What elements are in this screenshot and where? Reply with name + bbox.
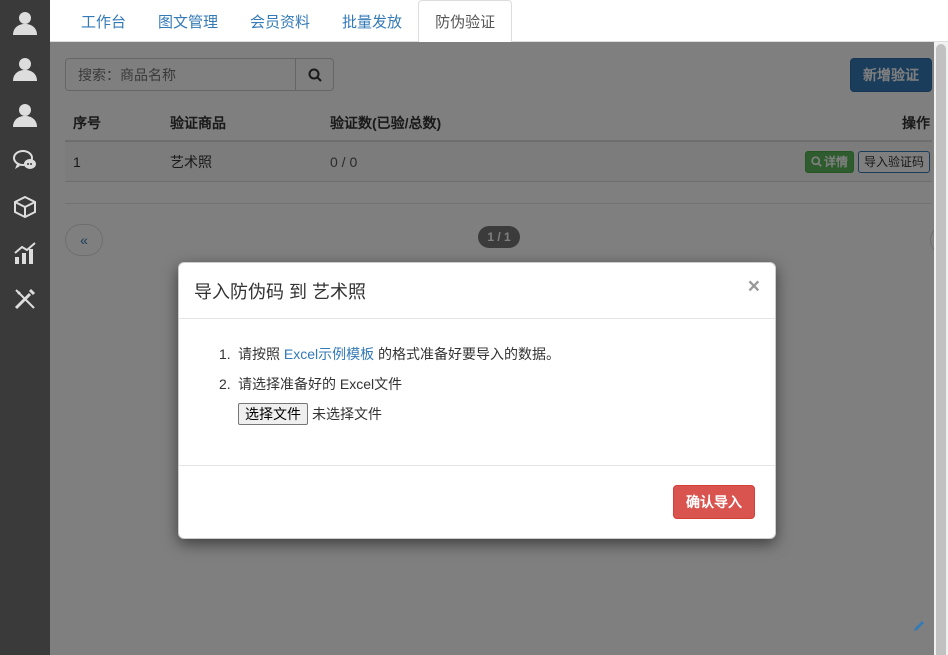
user-icon bbox=[13, 12, 37, 35]
step1-suffix: 的格式准备好要导入的数据。 bbox=[374, 346, 561, 362]
tab-member-info[interactable]: 会员资料 bbox=[234, 0, 326, 42]
dialog-title: 导入防伪码 到 艺术照 bbox=[194, 281, 367, 302]
dialog-header: 导入防伪码 到 艺术照 × bbox=[179, 263, 775, 319]
import-dialog: 导入防伪码 到 艺术照 × 1. 请按照 Excel示例模板 的格式准备好要导入… bbox=[178, 262, 776, 539]
confirm-import-button[interactable]: 确认导入 bbox=[673, 485, 755, 519]
user-icon bbox=[13, 58, 37, 81]
scrollbar[interactable] bbox=[934, 42, 948, 655]
step-number: 2. bbox=[219, 376, 231, 392]
step1-prefix: 请按照 bbox=[238, 346, 284, 362]
user-icon bbox=[13, 104, 37, 127]
sidebar-item-user-2[interactable] bbox=[0, 46, 50, 92]
excel-template-link[interactable]: Excel示例模板 bbox=[284, 346, 374, 362]
choose-file-button[interactable]: 选择文件 bbox=[238, 403, 308, 425]
tab-workbench[interactable]: 工作台 bbox=[65, 0, 142, 42]
instruction-step-1: 1. 请按照 Excel示例模板 的格式准备好要导入的数据。 bbox=[219, 339, 760, 369]
sidebar-item-chat[interactable] bbox=[0, 138, 50, 184]
tab-anti-counterfeit[interactable]: 防伪验证 bbox=[418, 0, 513, 43]
sidebar-item-tools[interactable] bbox=[0, 276, 50, 322]
sidebar bbox=[0, 0, 50, 655]
instruction-list: 1. 请按照 Excel示例模板 的格式准备好要导入的数据。 2. 请选择准备好… bbox=[219, 339, 760, 399]
file-status: 未选择文件 bbox=[312, 406, 382, 422]
sidebar-item-box[interactable] bbox=[0, 184, 50, 230]
step2-text: 请选择准备好的 Excel文件 bbox=[238, 376, 403, 392]
dialog-footer: 确认导入 bbox=[179, 466, 775, 538]
tools-icon bbox=[14, 288, 36, 310]
tab-content-management[interactable]: 图文管理 bbox=[142, 0, 234, 42]
file-picker: 选择文件 未选择文件 bbox=[238, 403, 760, 425]
close-icon[interactable]: × bbox=[748, 276, 760, 297]
pencil-icon[interactable] bbox=[912, 619, 926, 633]
step-number: 1. bbox=[219, 346, 231, 362]
sidebar-item-user-1[interactable] bbox=[0, 0, 50, 46]
tab-bar: 工作台 图文管理 会员资料 批量发放 防伪验证 bbox=[50, 0, 948, 43]
dialog-body: 1. 请按照 Excel示例模板 的格式准备好要导入的数据。 2. 请选择准备好… bbox=[179, 319, 775, 466]
scrollbar-thumb[interactable] bbox=[936, 44, 946, 655]
sidebar-item-chart[interactable] bbox=[0, 230, 50, 276]
sidebar-item-user-3[interactable] bbox=[0, 92, 50, 138]
instruction-step-2: 2. 请选择准备好的 Excel文件 bbox=[219, 369, 760, 399]
box-icon bbox=[14, 195, 36, 219]
tab-batch-issue[interactable]: 批量发放 bbox=[326, 0, 418, 42]
chart-icon bbox=[14, 242, 36, 264]
chat-icon bbox=[13, 150, 36, 169]
